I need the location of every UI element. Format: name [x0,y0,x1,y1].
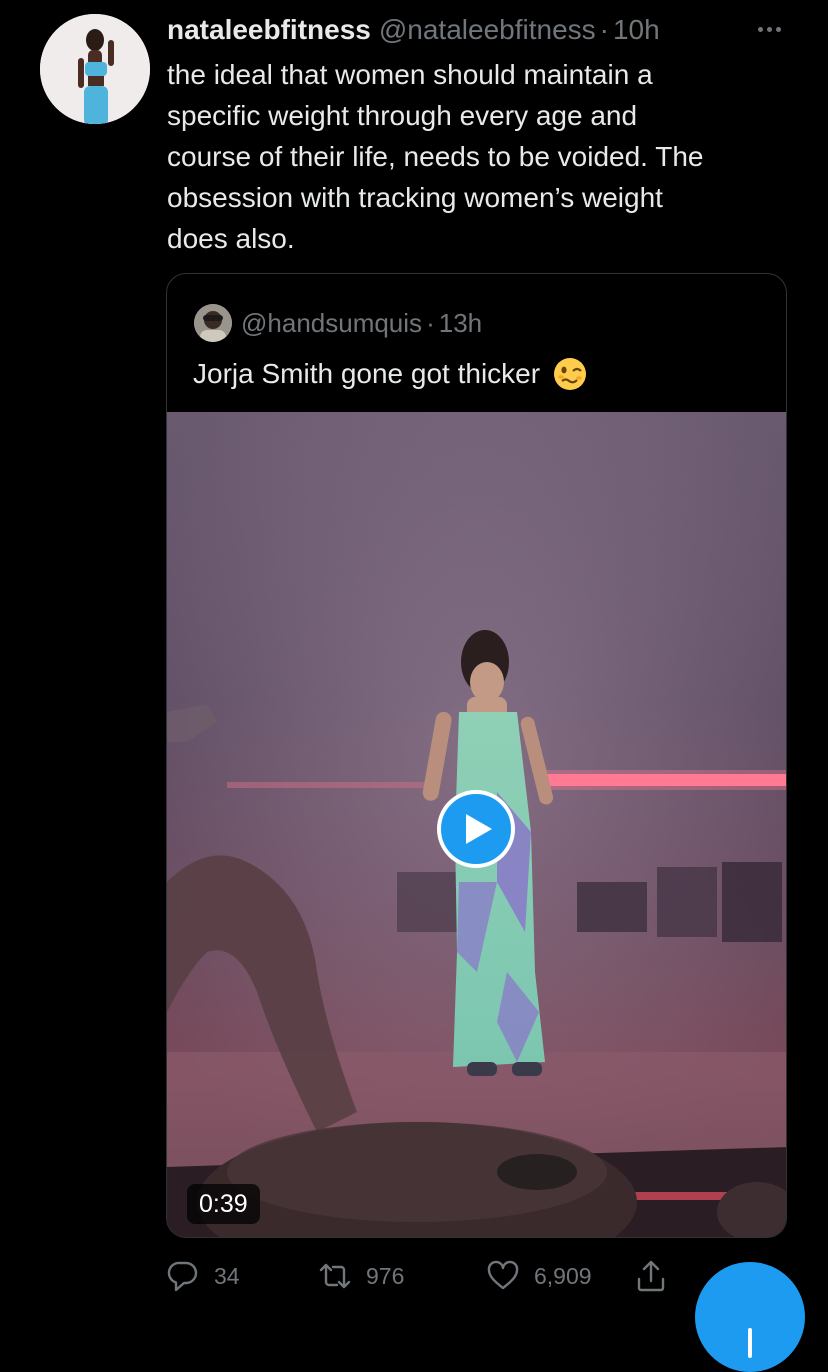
play-icon [466,814,492,844]
tweet-text-line: course of their life, needs to be voided… [167,141,704,172]
separator-dot: · [599,14,609,45]
quoted-tweet[interactable]: @handsumquis · 13h Jorja Smith gone got … [166,273,787,1238]
like-count: 6,909 [534,1262,592,1289]
compose-icon [748,1328,752,1358]
video-player[interactable]: 0:39 [167,412,786,1237]
more-icon[interactable] [748,14,790,44]
like-button[interactable]: 6,909 [486,1254,592,1298]
quoted-author-avatar[interactable] [194,304,232,342]
share-icon [637,1260,665,1292]
quoted-tweet-timestamp[interactable]: 13h [439,308,482,339]
reply-button[interactable]: 34 [166,1254,240,1298]
tweet-text-line: obsession with tracking women’s weight [167,182,663,213]
quoted-tweet-text-content: Jorja Smith gone got thicker [193,358,541,389]
retweet-button[interactable]: 976 [318,1254,404,1298]
author-avatar[interactable] [40,14,150,124]
tweet-text-line: specific weight through every age and [167,100,638,131]
quoted-tweet-header: @handsumquis · 13h [241,304,482,342]
woozy-face-emoji-icon [554,358,587,390]
author-display-name[interactable]: nataleebfitness [167,14,371,46]
tweet-text-line: does also. [167,223,295,254]
reply-count: 34 [214,1262,240,1289]
compose-button[interactable] [695,1262,805,1372]
video-duration-badge: 0:39 [187,1184,260,1224]
like-icon [487,1260,519,1290]
retweet-icon [319,1263,351,1289]
share-button[interactable] [634,1254,682,1298]
author-avatar-image [40,14,150,124]
play-button[interactable] [437,790,515,868]
author-handle[interactable]: @nataleebfitness [379,14,596,46]
tweet-text-line: the ideal that women should maintain a [167,59,653,90]
tweet-timestamp[interactable]: 10h [613,14,660,46]
tweet-header: nataleebfitness @nataleebfitness · 10h [167,10,727,50]
tweet-text: the ideal that women should maintain a s… [167,54,797,259]
quoted-avatar-image [194,304,232,342]
quoted-author-handle[interactable]: @handsumquis [241,308,422,339]
reply-icon [167,1261,198,1292]
separator-dot: · [426,307,435,338]
tweet-action-bar: 34 976 6,909 [166,1254,726,1298]
quoted-tweet-text: Jorja Smith gone got thicker [193,356,588,392]
retweet-count: 976 [366,1262,405,1289]
